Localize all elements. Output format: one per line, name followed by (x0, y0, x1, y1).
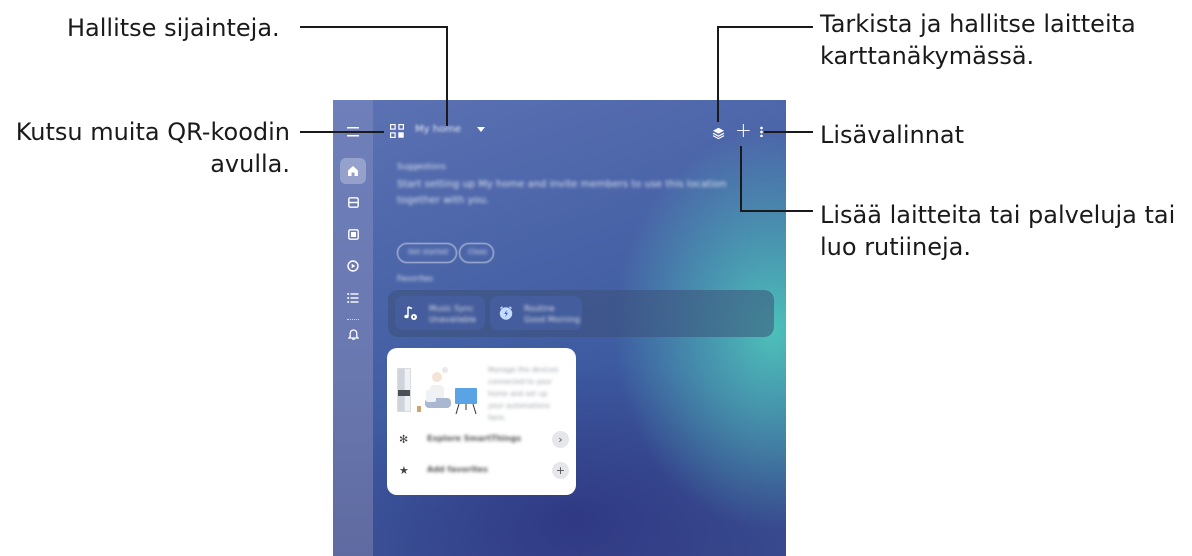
leader-line-locations-h (300, 26, 448, 28)
explore-smartthings-label: Explore SmartThings (427, 434, 522, 443)
callout-invite-qr-line1: Kutsu muita QR-koodin (15, 118, 290, 146)
navigation-rail (333, 100, 373, 556)
routines-icon[interactable] (343, 256, 363, 276)
add-favorite-plus-icon[interactable]: + (552, 462, 569, 479)
music-note-icon (403, 305, 419, 325)
life-icon[interactable] (343, 224, 363, 244)
favorite-music-status: Unavailable (429, 315, 477, 324)
devices-icon[interactable] (343, 192, 363, 212)
routine-clock-icon (498, 305, 514, 325)
explore-smartthings-row[interactable]: ✻ Explore SmartThings › (399, 430, 569, 450)
menu-list-icon[interactable] (343, 288, 363, 308)
promo-text: Manage the devices connected to your hom… (488, 366, 559, 422)
suggestions-text: Start setting up My home and invite memb… (397, 179, 727, 206)
notifications-icon[interactable] (343, 325, 363, 345)
favorite-music-title: Music Sync (429, 304, 474, 313)
leader-line-map-h (717, 26, 813, 28)
map-view-icon[interactable] (712, 125, 725, 140)
favorites-title: Favorites (397, 274, 434, 283)
favorite-routine-title: Routine (524, 304, 555, 313)
close-suggestion-button[interactable]: Close (459, 243, 494, 263)
get-started-button[interactable]: Get started (397, 243, 457, 263)
favorite-card-music[interactable]: Music Sync Unavailable (395, 296, 485, 330)
chevron-right-icon[interactable]: › (552, 431, 569, 448)
callout-invite-qr: Kutsu muita QR-koodin avulla. (16, 116, 290, 180)
promo-card: Manage the devices connected to your hom… (387, 348, 576, 495)
leader-line-more (764, 131, 813, 133)
promo-illustration (395, 360, 487, 420)
suggestions-title: Suggestions (397, 162, 446, 171)
leader-line-locations-v (446, 26, 448, 126)
callout-invite-qr-line2: avulla. (210, 150, 290, 178)
callout-more-options: Lisävalinnat (820, 121, 965, 149)
leader-line-add-v (740, 146, 742, 212)
qr-code-icon[interactable] (390, 123, 404, 138)
location-dropdown-icon[interactable] (477, 127, 485, 132)
callout-add-devices-line2: luo rutiineja. (820, 233, 971, 261)
more-options-icon[interactable] (760, 126, 763, 137)
leader-line-qr (300, 131, 384, 133)
location-name[interactable]: My home (415, 124, 461, 135)
callout-map-view: Tarkista ja hallitse laitteita karttanäk… (820, 8, 1136, 72)
add-favorites-row[interactable]: ★ Add favorites + (399, 461, 569, 481)
callout-map-view-line1: Tarkista ja hallitse laitteita (820, 10, 1136, 38)
callout-manage-locations: Hallitse sijainteja. (67, 14, 280, 42)
rail-divider (347, 319, 359, 320)
favorite-card-routine[interactable]: Routine Good Morning (490, 296, 582, 330)
callout-map-view-line2: karttanäkymässä. (820, 42, 1035, 70)
star-icon: ★ (399, 464, 409, 477)
close-suggestion-label: Close (468, 248, 488, 256)
leader-line-map-v (717, 26, 719, 122)
fan-icon: ✻ (399, 433, 409, 446)
plus-icon[interactable]: + (735, 120, 752, 140)
add-favorites-label: Add favorites (427, 465, 488, 474)
favorite-routine-subtitle: Good Morning (524, 315, 580, 324)
callout-add-devices: Lisää laitteita tai palveluja tai luo ru… (820, 199, 1175, 263)
leader-line-add-h (740, 210, 813, 212)
get-started-label: Get started (408, 248, 448, 256)
callout-add-devices-line1: Lisää laitteita tai palveluja tai (820, 201, 1176, 229)
tablet-screen: My home + Suggestions Start setting up M… (333, 100, 786, 556)
home-icon[interactable] (340, 158, 366, 184)
